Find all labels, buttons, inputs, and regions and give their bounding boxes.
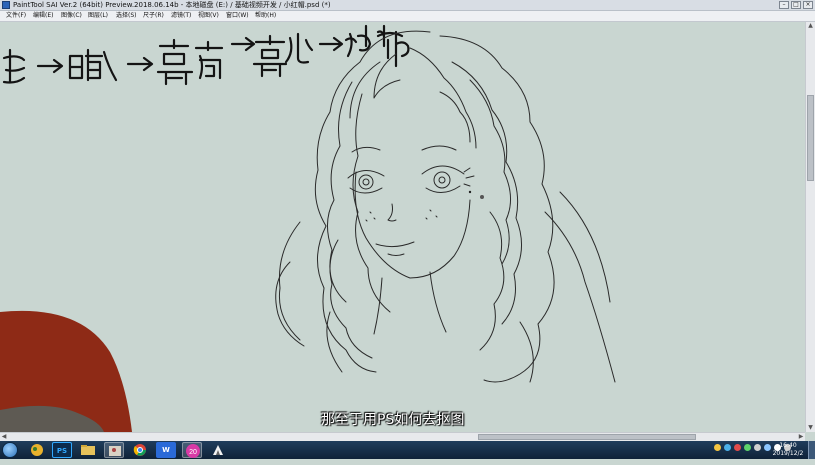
menu-help[interactable]: 帮助(H) (255, 11, 276, 21)
menu-filter[interactable]: 滤镜(T) (171, 11, 191, 21)
menu-bar: 文件(F) 编辑(E) 图像(C) 图层(L) 选择(S) 尺子(R) 滤镜(T… (0, 11, 815, 22)
horizontal-scroll-thumb[interactable] (478, 434, 696, 440)
tray-icon-5[interactable] (754, 444, 761, 451)
badge-app-icon[interactable]: 20 (182, 442, 202, 458)
file-explorer-icon[interactable] (78, 442, 98, 458)
vertical-scroll-thumb[interactable] (807, 95, 814, 181)
app-icon (2, 1, 10, 9)
vertical-scrollbar[interactable]: ▲ ▼ (805, 22, 815, 432)
menu-view[interactable]: 视图(V) (198, 11, 219, 21)
menu-file[interactable]: 文件(F) (6, 11, 26, 21)
scroll-right-icon[interactable]: ▶ (797, 433, 805, 441)
video-subtitle: 那至于用PS如何去抠图 (321, 412, 465, 428)
start-button[interactable] (2, 442, 18, 458)
clock-time: 16:40 (779, 442, 797, 449)
menu-image[interactable]: 图像(C) (61, 11, 82, 21)
menu-edit[interactable]: 编辑(E) (33, 11, 53, 21)
window-controls: – □ × (779, 1, 813, 9)
tray-icon-3[interactable] (734, 444, 741, 451)
close-button[interactable]: × (803, 1, 813, 9)
menu-select[interactable]: 选择(S) (116, 11, 137, 21)
taskbar: PS W 20 16:40 2019/12/2 (0, 441, 815, 459)
artwork (0, 24, 616, 432)
badge-count: 20 (189, 449, 197, 456)
clock-date: 2019/12/2 (772, 450, 804, 457)
photoshop-icon[interactable]: PS (52, 442, 72, 458)
minimize-button[interactable]: – (779, 1, 789, 9)
menu-layer[interactable]: 图层(L) (88, 11, 108, 21)
tray-icon-6[interactable] (764, 444, 771, 451)
show-desktop-button[interactable] (808, 441, 815, 459)
canvas-margin (790, 22, 805, 432)
tray-icon-2[interactable] (724, 444, 731, 451)
menu-ruler[interactable]: 尺子(R) (143, 11, 164, 21)
maximize-button[interactable]: □ (791, 1, 801, 9)
clock[interactable]: 16:40 2019/12/2 (771, 442, 805, 458)
paint-tool-sai-icon[interactable] (208, 442, 228, 458)
chrome-icon[interactable] (130, 442, 150, 458)
stray-dot (468, 190, 472, 194)
cursor-dot (480, 195, 484, 199)
drawing-canvas[interactable] (0, 22, 790, 432)
image-viewer-icon[interactable] (104, 442, 124, 458)
tray-icon-4[interactable] (744, 444, 751, 451)
tray-icon-1[interactable] (714, 444, 721, 451)
wps-writer-icon[interactable]: W (156, 442, 176, 458)
menu-window[interactable]: 窗口(W) (226, 11, 249, 21)
scroll-left-icon[interactable]: ◀ (0, 433, 8, 441)
scroll-up-icon[interactable]: ▲ (807, 22, 814, 30)
window-title: PaintTool SAI Ver.2 (64bit) Preview.2018… (13, 1, 331, 9)
taskbar-app-icon[interactable] (27, 442, 47, 458)
scroll-down-icon[interactable]: ▼ (807, 424, 814, 432)
title-bar: PaintTool SAI Ver.2 (64bit) Preview.2018… (0, 0, 815, 11)
girl-line-art (275, 30, 616, 383)
handwritten-notes (2, 24, 410, 86)
